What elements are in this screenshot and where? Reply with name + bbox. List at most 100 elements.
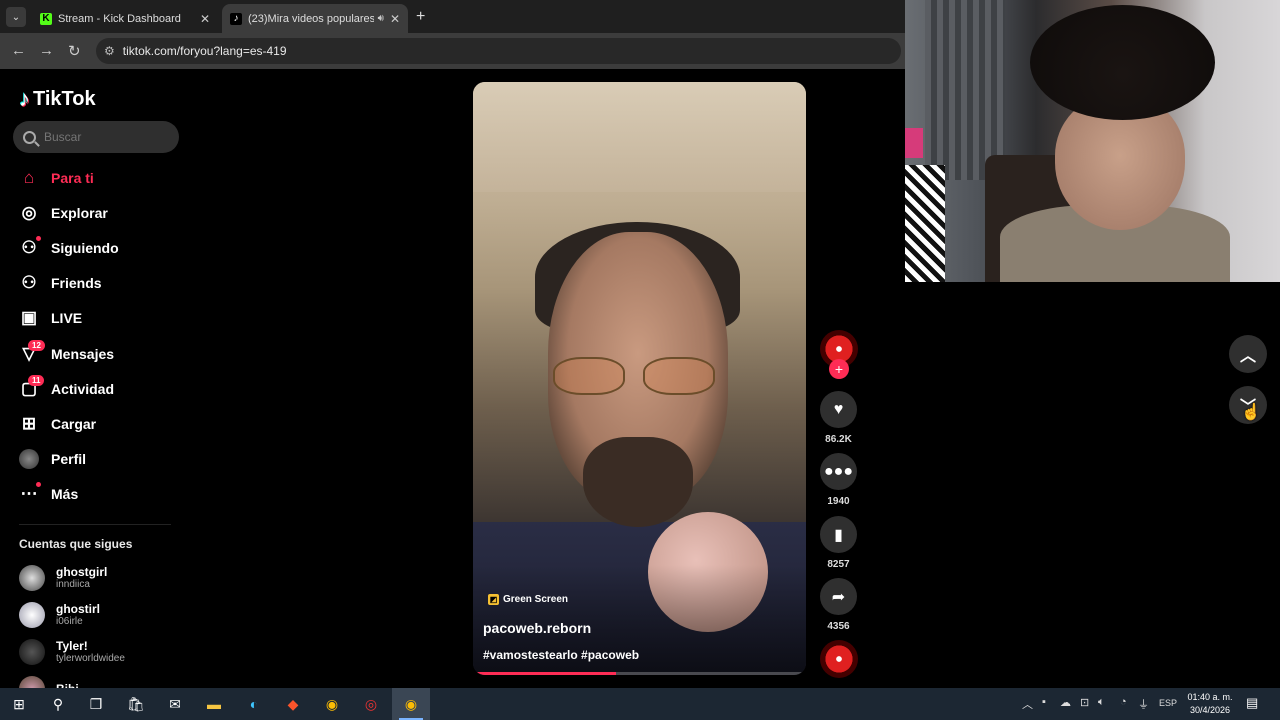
comment-button[interactable]: ●●● — [820, 453, 857, 490]
chrome-icon[interactable]: ◉ — [399, 692, 423, 716]
onedrive-icon[interactable]: ☁ — [1060, 696, 1071, 709]
forward-icon[interactable]: → — [39, 42, 54, 59]
new-dot — [36, 482, 41, 487]
search-icon[interactable]: ⚲ — [46, 692, 70, 716]
speaker-icon[interactable]: 🔊︎ — [378, 13, 384, 24]
following-account[interactable]: ghostirl i06irle — [19, 602, 100, 628]
avatar — [19, 565, 45, 591]
nav-label: Siguiendo — [51, 240, 119, 256]
clock[interactable]: 01:40 a. m. 30/4/2026 — [1185, 691, 1235, 717]
tiktok-note-icon: ♪ — [19, 86, 30, 111]
clock-date: 30/4/2026 — [1189, 705, 1231, 715]
avatar — [19, 602, 45, 628]
share-icon: ➦ — [831, 588, 846, 606]
nav-mas[interactable]: ⋯ Más — [19, 481, 78, 507]
save-button[interactable]: ▮ — [820, 516, 857, 553]
nav-live[interactable]: ▣ LIVE — [19, 305, 82, 331]
tray-app-icon[interactable]: ▪ — [1042, 696, 1046, 708]
tab-kick-dashboard[interactable]: K Stream - Kick Dashboard ✕ — [32, 4, 218, 33]
webcam-overlay — [905, 0, 1280, 282]
chevron-up-icon: ︿ — [1239, 348, 1256, 365]
messages-icon: ▽ 12 — [19, 340, 45, 364]
browser-tab-bar: ⌄ K Stream - Kick Dashboard ✕ ♪ (23)Mira… — [0, 0, 905, 33]
reload-icon[interactable]: ↻ — [68, 42, 81, 60]
brave-icon[interactable]: ◆ — [281, 692, 305, 716]
nav-perfil[interactable]: Perfil — [19, 446, 86, 472]
nav-actividad[interactable]: ▢ 11 Actividad — [19, 375, 114, 402]
tiktok-favicon-icon: ♪ — [230, 12, 242, 25]
nav-mensajes[interactable]: ▽ 12 Mensajes — [19, 340, 114, 367]
file-explorer-icon[interactable]: ▬ — [202, 692, 226, 716]
following-account[interactable]: Tyler! tylerworldwidee — [19, 639, 125, 665]
video-player[interactable]: ◩ Green Screen pacoweb.reborn #vamostest… — [473, 82, 806, 675]
edge-icon[interactable]: ◐ — [242, 692, 266, 716]
mouse-cursor-icon: ☝ — [1241, 404, 1261, 421]
previous-video-button[interactable]: ︿ — [1229, 335, 1267, 373]
new-tab-button[interactable]: + — [416, 8, 425, 26]
live-icon: ▣ — [20, 308, 38, 327]
nav-label: Para ti — [51, 170, 94, 186]
nav-label: Friends — [51, 275, 102, 291]
address-bar[interactable]: ⚙ tiktok.com/foryou?lang=es-419 — [96, 38, 901, 64]
home-icon: ⌂ — [23, 168, 35, 187]
divider — [19, 524, 171, 525]
nav-label: Cargar — [51, 416, 97, 432]
nav-cargar[interactable]: ⊞ Cargar — [19, 411, 96, 437]
account-name: ghostirl — [56, 602, 100, 616]
network-icon[interactable]: ◔ — [1120, 696, 1127, 708]
microphone-icon[interactable]: ⏚ — [1138, 696, 1149, 712]
like-button[interactable]: ♥ — [820, 391, 857, 428]
effect-tag[interactable]: ◩ Green Screen — [488, 594, 568, 605]
following-account[interactable]: ghostgirl inndiica — [19, 565, 107, 591]
new-dot — [36, 236, 41, 241]
follow-plus-icon[interactable]: + — [829, 359, 849, 379]
tab-title: Stream - Kick Dashboard — [58, 12, 181, 25]
nav-label: Explorar — [51, 205, 108, 221]
volume-icon[interactable]: 🔈︎ — [1098, 696, 1105, 709]
nav-para-ti[interactable]: ⌂ Para ti — [19, 165, 94, 191]
video-progress[interactable] — [473, 672, 806, 675]
nav-friends[interactable]: ⚇ Friends — [19, 270, 102, 296]
webcam-frame — [905, 165, 945, 282]
notification-icon[interactable]: ▤ — [1246, 695, 1258, 711]
heart-icon: ♥ — [833, 400, 844, 418]
back-icon[interactable]: ← — [11, 42, 26, 59]
more-icon: ⋯ — [19, 482, 41, 504]
tab-tiktok[interactable]: ♪ (23)Mira videos populares 🔊︎ ✕ — [222, 4, 408, 33]
account-name: Tyler! — [56, 639, 88, 653]
site-info-icon[interactable]: ⚙ — [104, 44, 115, 58]
compass-icon: ◎ — [21, 203, 37, 222]
tab-close-icon[interactable]: ✕ — [200, 12, 210, 26]
url-text: tiktok.com/foryou?lang=es-419 — [122, 44, 287, 58]
kick-favicon-icon: K — [40, 12, 52, 25]
task-view-icon[interactable]: ❐ — [84, 692, 108, 716]
outlook-icon[interactable]: ✉ — [163, 692, 187, 716]
obs-icon[interactable]: ◎ — [359, 692, 383, 716]
browser-toolbar: ← → ↻ ⚙ tiktok.com/foryou?lang=es-419 — [0, 33, 905, 69]
webcam-frame — [1030, 5, 1215, 120]
effect-icon: ◩ — [488, 594, 499, 605]
music-disc-avatar[interactable] — [820, 640, 858, 678]
share-button[interactable]: ➦ — [820, 578, 857, 615]
nav-siguiendo[interactable]: ⚇ Siguiendo — [19, 235, 119, 261]
video-progress-fill — [473, 672, 617, 675]
tab-close-icon[interactable]: ✕ — [390, 12, 400, 26]
chrome-icon[interactable]: ◉ — [320, 692, 344, 716]
nav-label: Más — [51, 486, 79, 502]
tab-search-dropdown-icon[interactable]: ⌄ — [6, 7, 26, 27]
search-box[interactable] — [13, 121, 179, 153]
tiktok-logo[interactable]: ♪ TikTok — [19, 86, 96, 112]
video-username[interactable]: pacoweb.reborn — [483, 620, 591, 636]
tray-chevron-icon[interactable]: ︿ — [1022, 696, 1033, 712]
store-icon[interactable]: 🛍︎ — [124, 692, 148, 716]
following-icon: ⚇ — [19, 236, 41, 258]
activity-icon: ▢ 11 — [19, 375, 45, 399]
share-count: 4356 — [827, 621, 850, 632]
windows-start-icon[interactable]: ⊞ — [7, 692, 31, 716]
language-indicator[interactable]: ESP — [1159, 698, 1177, 708]
nav-explorar[interactable]: ◎ Explorar — [19, 200, 108, 226]
video-hashtags[interactable]: #vamostestearlo #pacoweb — [483, 648, 639, 662]
tray-app-icon[interactable]: ⊡ — [1080, 696, 1089, 709]
search-input[interactable] — [44, 130, 164, 144]
account-handle: inndiica — [56, 579, 90, 590]
